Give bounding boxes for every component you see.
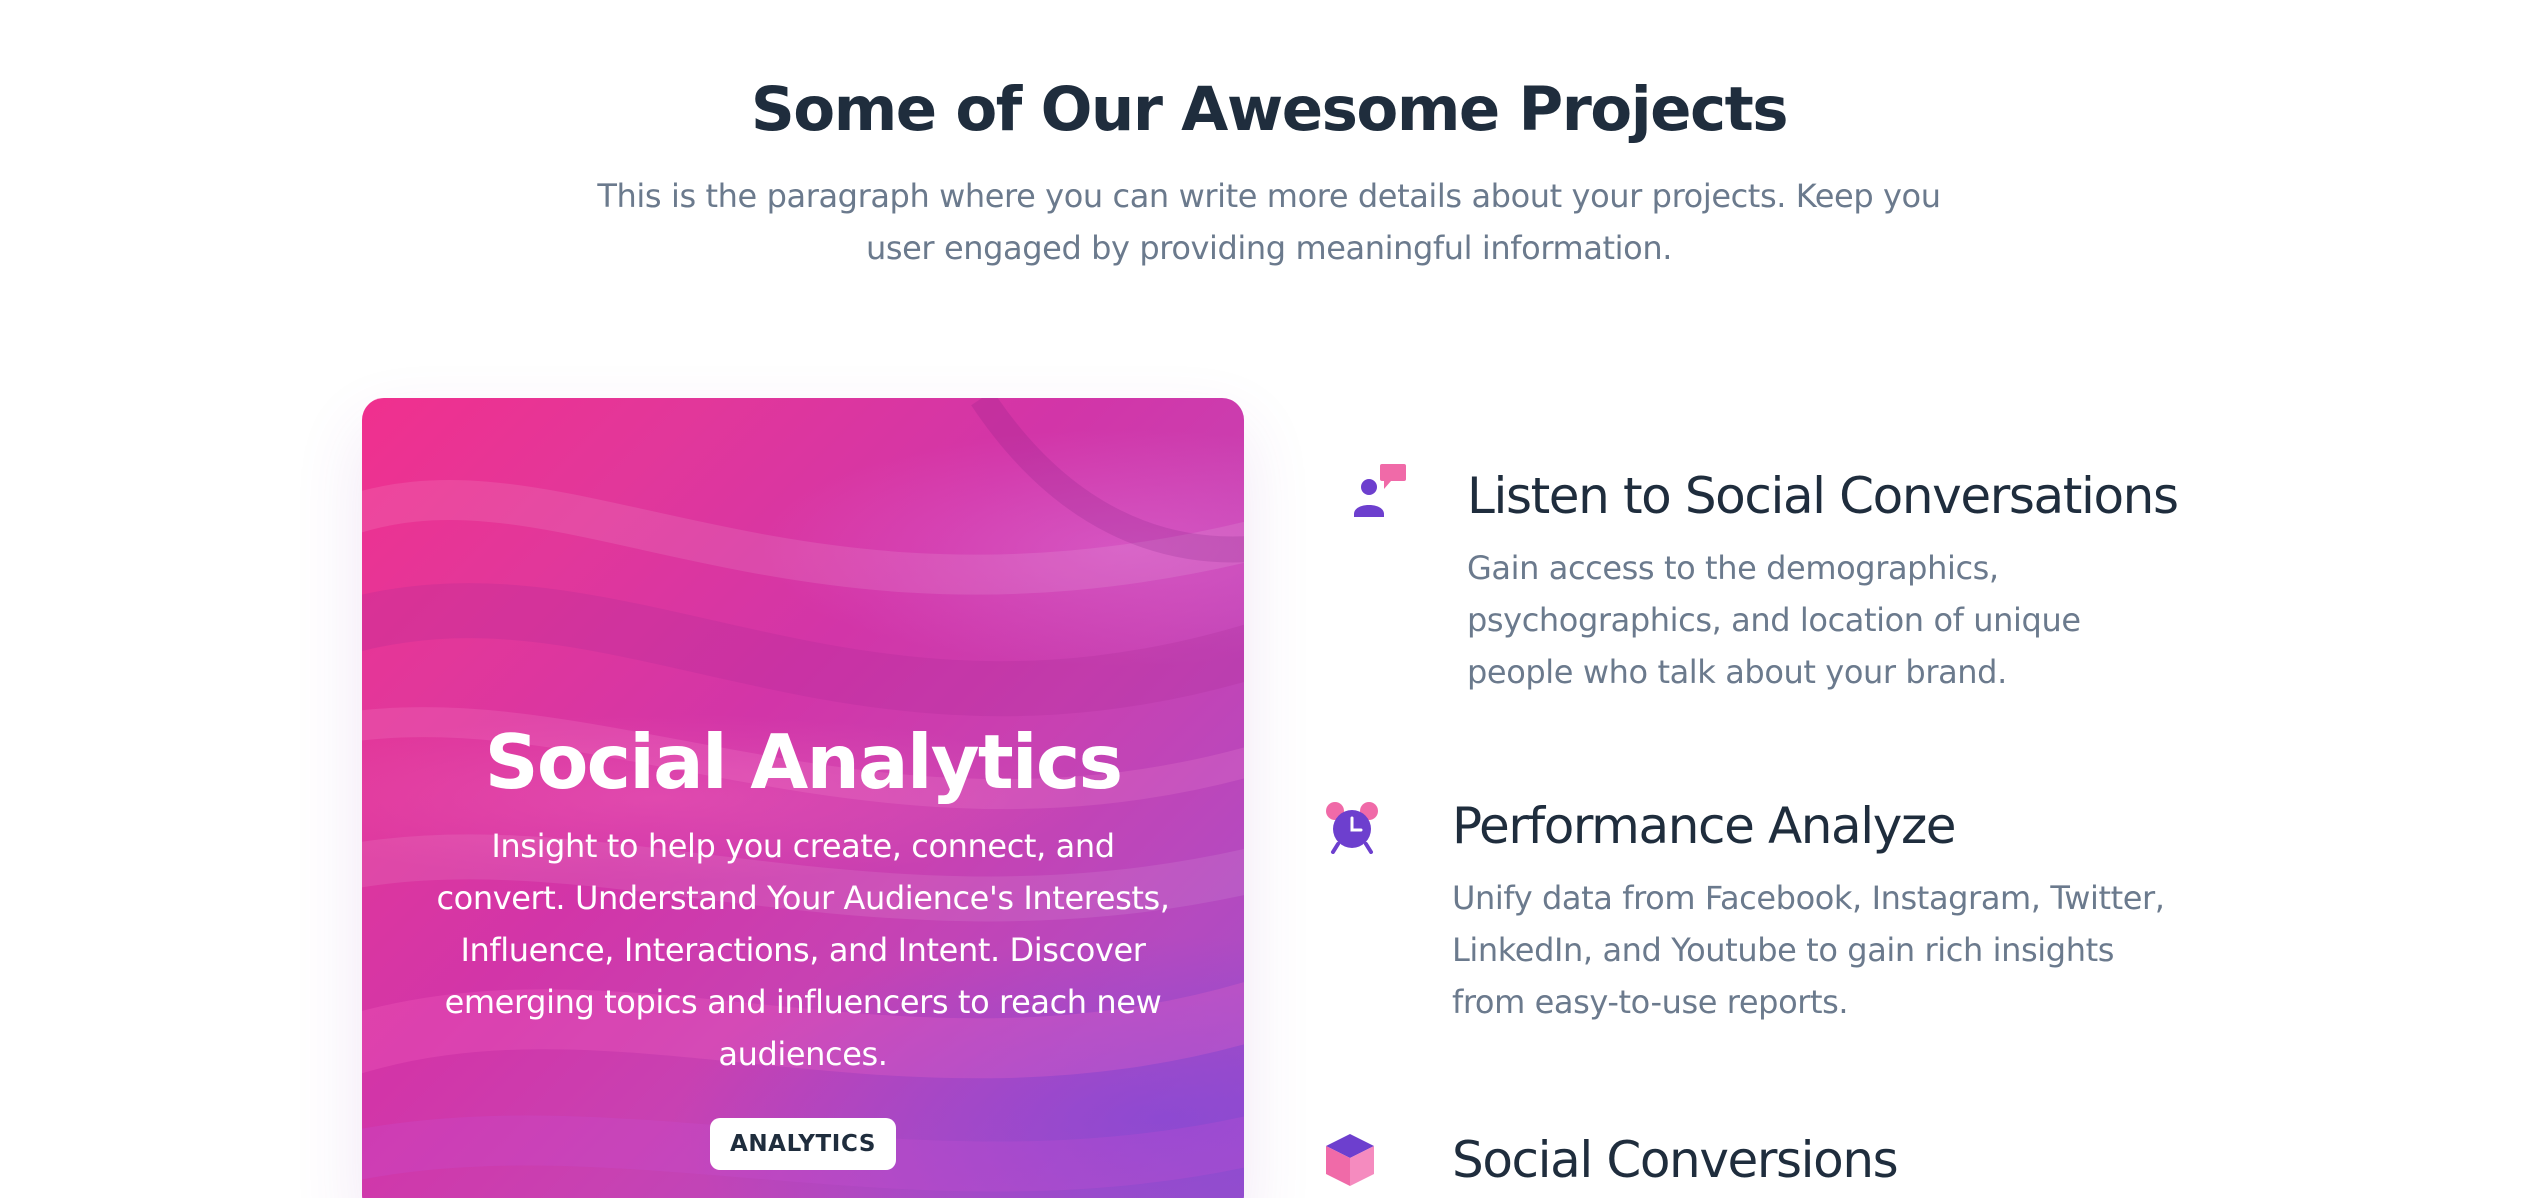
- user-chat-icon: [1348, 464, 1406, 522]
- card-description: Insight to help you create, connect, and…: [436, 827, 1170, 1073]
- alarm-clock-icon: [1326, 802, 1378, 854]
- project-card-social-analytics[interactable]: Social Analytics Insight to help you cre…: [362, 398, 1244, 1198]
- feature-social-conversions: Social Conversions: [1320, 1128, 2220, 1198]
- section-subtitle: This is the paragraph where you can writ…: [597, 177, 1941, 267]
- feature-title: Performance Analyze: [1452, 797, 1957, 855]
- analytics-badge[interactable]: ANALYTICS: [709, 1118, 897, 1170]
- feature-description: Unify data from Facebook, Instagram, Twi…: [1452, 879, 2165, 1021]
- card-content: Social Analytics Insight to help you cre…: [362, 714, 1244, 1170]
- projects-section: Some of Our Awesome Projects This is the…: [0, 0, 2538, 1198]
- feature-title: Listen to Social Conversations: [1467, 467, 2179, 525]
- feature-performance-analyze: Performance Analyze Unify data from Face…: [1320, 794, 2220, 1044]
- card-title: Social Analytics: [484, 718, 1123, 806]
- section-header: Some of Our Awesome Projects This is the…: [0, 68, 2538, 274]
- feature-title: Social Conversions: [1452, 1131, 1899, 1189]
- feature-listen-social-conversations: Listen to Social Conversations Gain acce…: [1320, 458, 2220, 708]
- box-icon: [1324, 1132, 1376, 1188]
- feature-description: Gain access to the demographics, psychog…: [1467, 549, 2081, 691]
- section-title: Some of Our Awesome Projects: [750, 74, 1789, 145]
